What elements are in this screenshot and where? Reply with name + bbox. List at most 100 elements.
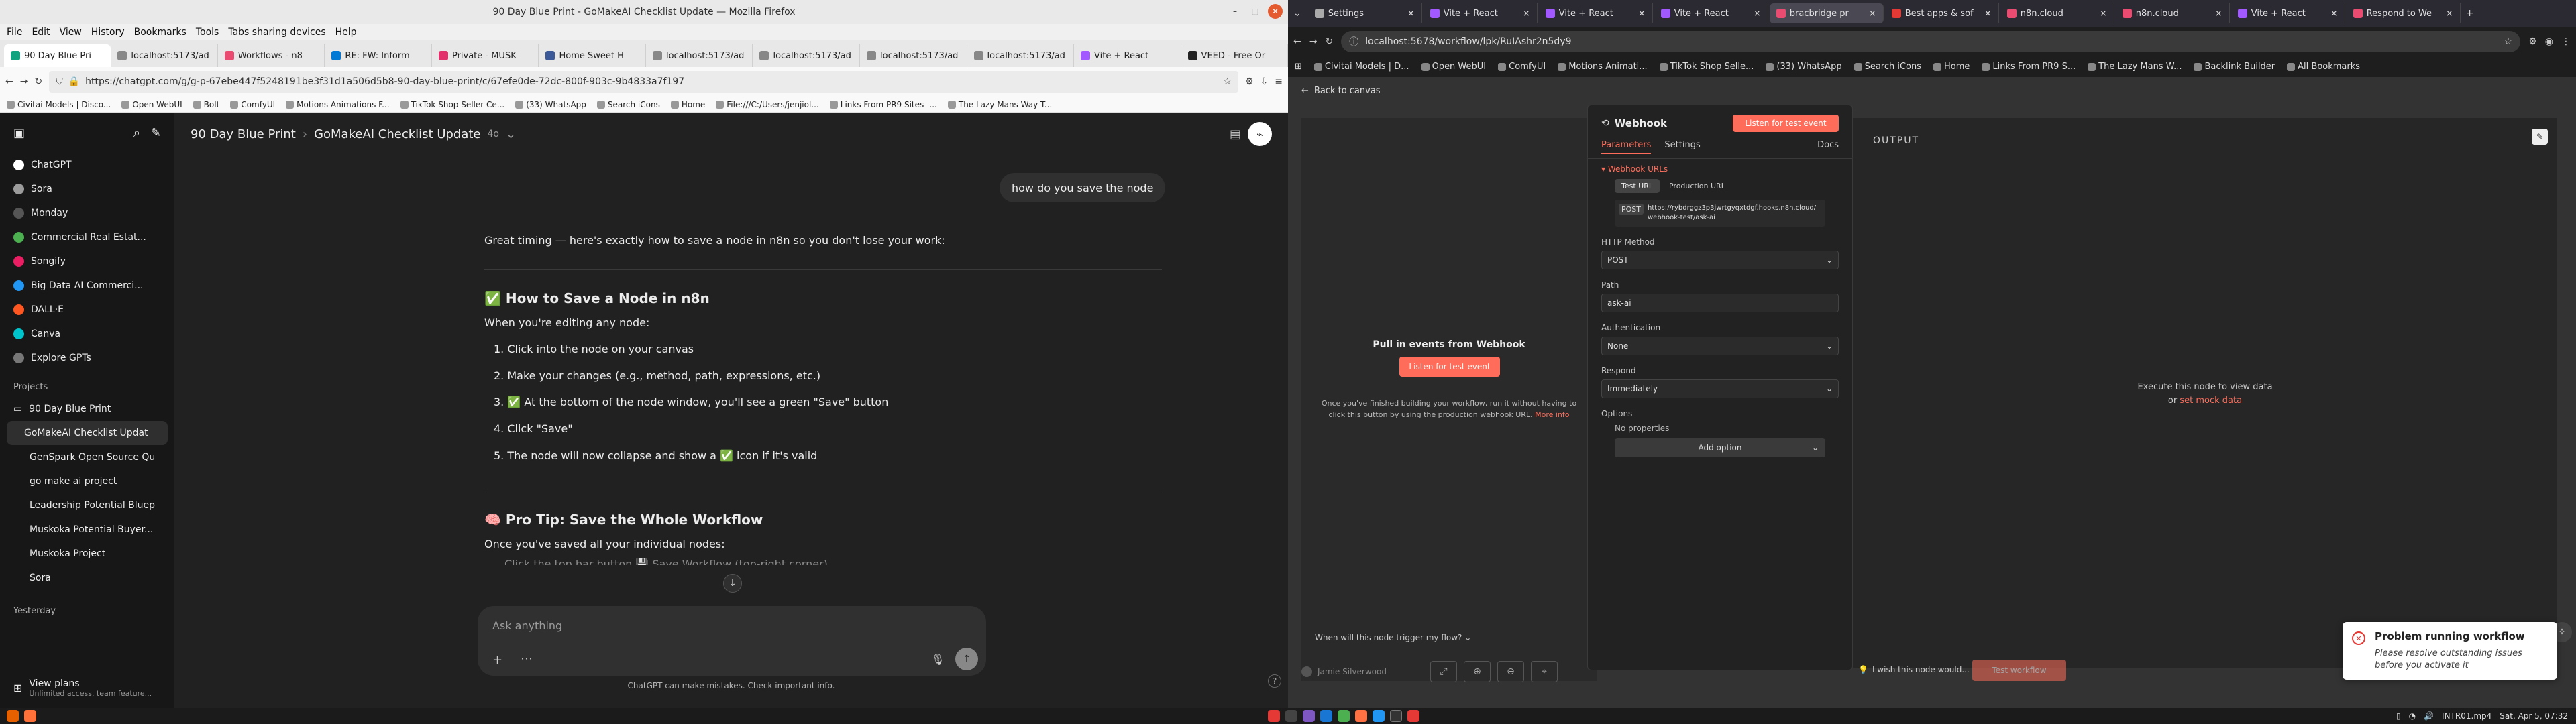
bookmark[interactable]: Civitai Models | Disco... — [7, 100, 111, 109]
url-bar[interactable]: ⓘ localhost:5678/workflow/lpk/RuIAshr2n5… — [1341, 31, 2521, 52]
back-to-canvas-button[interactable]: ← Back to canvas — [1301, 86, 1381, 96]
tab[interactable]: localhost:5173/ad — [860, 44, 967, 67]
tab-list-icon[interactable]: ⌄ — [1293, 8, 1301, 19]
tab[interactable]: Workflows - n8 — [218, 44, 325, 67]
tab[interactable]: bracbridge pr × — [1769, 3, 1884, 23]
close-icon[interactable]: ✕ — [1268, 4, 1283, 19]
http-method-select[interactable]: POST ⌄ — [1601, 251, 1839, 269]
auth-select[interactable]: None ⌄ — [1601, 337, 1839, 355]
menu-icon[interactable]: ⋮ — [2561, 36, 2571, 47]
extensions-icon[interactable]: ⚙ — [2528, 36, 2537, 47]
bookmark[interactable]: (33) WhatsApp — [1766, 62, 1842, 72]
firefox-icon[interactable] — [7, 710, 19, 722]
tab[interactable]: localhost:5173/ad — [753, 44, 860, 67]
display-icon[interactable]: ▯ — [2396, 711, 2401, 721]
volume-icon[interactable]: 🔊 — [2424, 711, 2434, 721]
tab[interactable]: localhost:5173/ad — [111, 44, 218, 67]
tab[interactable]: Vite + React × — [1539, 3, 1653, 23]
app-icon[interactable] — [1373, 710, 1385, 722]
close-icon[interactable]: × — [1984, 9, 1992, 19]
scroll-down-icon[interactable]: ↓ — [723, 574, 742, 593]
url-bar[interactable]: ⛉ 🔒 https://chatgpt.com/g/g-p-67ebe447f5… — [49, 71, 1238, 93]
webhook-urls-toggle[interactable]: ▾ Webhook URLs — [1588, 159, 1852, 176]
star-icon[interactable]: ☆ — [1223, 76, 1232, 87]
feedback-link[interactable]: 💡 I wish this node would... — [1858, 665, 1970, 674]
tab[interactable]: n8n.cloud × — [2000, 3, 2114, 23]
wifi-icon[interactable]: ◔ — [2409, 711, 2416, 721]
menu-item[interactable]: Tabs sharing devices — [228, 27, 325, 38]
webhook-url-box[interactable]: POST https://rybdrggz3p3jwrtgyqxtdgf.hoo… — [1615, 200, 1825, 227]
path-input[interactable]: ask-ai — [1601, 294, 1839, 312]
test-workflow-button[interactable]: Test workflow — [1972, 660, 2066, 681]
close-icon[interactable]: × — [1869, 9, 1876, 19]
app-icon[interactable] — [1407, 710, 1419, 722]
bookmark[interactable]: File:///C:/Users/jenjiol... — [716, 100, 819, 109]
breadcrumb-project[interactable]: 90 Day Blue Print — [191, 127, 296, 141]
close-icon[interactable]: × — [1638, 9, 1646, 19]
menu-item[interactable]: Bookmarks — [134, 27, 186, 38]
app-icon[interactable] — [1355, 710, 1367, 722]
bookmark[interactable]: (33) WhatsApp — [515, 100, 586, 109]
plus-icon[interactable]: + — [492, 653, 502, 667]
menu-item[interactable]: Help — [335, 27, 357, 38]
forward-icon[interactable]: → — [1309, 36, 1318, 47]
sidebar-gpt-item[interactable]: Sora — [0, 177, 174, 201]
bookmark[interactable]: Bolt — [193, 100, 219, 109]
bookmark[interactable]: TikTok Shop Seller Ce... — [400, 100, 504, 109]
menu-item[interactable]: Tools — [196, 27, 219, 38]
more-tools-icon[interactable]: ⋯ — [521, 652, 533, 666]
bookmark[interactable]: Motions Animations F... — [286, 100, 390, 109]
tab[interactable]: Respond to We × — [2347, 3, 2461, 23]
bookmark[interactable]: Open WebUI — [1421, 62, 1486, 72]
tab[interactable]: Vite + React × — [1424, 3, 1538, 23]
sidebar-gpt-item[interactable]: Explore GPTs — [0, 346, 174, 370]
close-icon[interactable]: × — [2100, 9, 2107, 19]
tab[interactable]: Private - MUSK — [432, 44, 539, 67]
edit-pencil-icon[interactable]: ✎ — [2532, 129, 2548, 145]
tab[interactable]: Vite + React × — [2231, 3, 2345, 23]
terminal-icon[interactable] — [1390, 710, 1402, 722]
forward-icon[interactable]: → — [20, 76, 28, 87]
app-icon[interactable] — [1285, 710, 1297, 722]
menu-item[interactable]: View — [60, 27, 82, 38]
minimize-icon[interactable]: – — [1228, 4, 1242, 19]
sidebar-project-item[interactable]: Leadership Potential Bluep — [0, 493, 174, 518]
avatar[interactable]: ⌁ — [1248, 122, 1272, 146]
menu-item[interactable]: History — [91, 27, 125, 38]
view-plans[interactable]: ⊞ View plans Unlimited access, team feat… — [0, 668, 174, 708]
node-listen-button[interactable]: Listen for test event — [1733, 115, 1839, 132]
share-icon[interactable]: ▤ — [1230, 127, 1241, 141]
sidebar-gpt-item[interactable]: Monday — [0, 201, 174, 225]
sidebar-gpt-item[interactable]: ChatGPT — [0, 153, 174, 177]
menu-item[interactable]: File — [7, 27, 22, 38]
zoom-out-icon[interactable]: ⊖ — [1497, 661, 1524, 682]
close-icon[interactable]: × — [1754, 9, 1761, 19]
bookmark[interactable]: Open WebUI — [121, 100, 182, 109]
chevron-down-icon[interactable]: ⌄ — [506, 127, 516, 141]
tab-settings[interactable]: Settings — [1664, 140, 1700, 154]
search-icon[interactable]: ⌕ — [133, 126, 140, 140]
tab[interactable]: VEED - Free Or — [1181, 44, 1289, 67]
tab[interactable]: Settings × — [1308, 3, 1422, 23]
bookmark[interactable]: Search iCons — [596, 100, 660, 109]
tab[interactable]: Vite + React — [1074, 44, 1181, 67]
listen-test-event-button[interactable]: Listen for test event — [1399, 357, 1500, 377]
sidebar-gpt-item[interactable]: Songify — [0, 249, 174, 274]
tab[interactable]: n8n.cloud × — [2116, 3, 2230, 23]
bookmark[interactable]: Backlink Builder — [2194, 62, 2275, 72]
bookmark[interactable]: ComfyUI — [1498, 62, 1546, 72]
bookmark[interactable]: Links From PR9 S... — [1982, 62, 2076, 72]
app-icon[interactable] — [1268, 710, 1280, 722]
profile-icon[interactable]: ◉ — [2545, 36, 2553, 47]
extensions-icon[interactable]: ⚙ — [1245, 76, 1254, 87]
bookmark[interactable]: Home — [1933, 62, 1970, 72]
reload-icon[interactable]: ↻ — [1325, 36, 1333, 47]
bookmark[interactable]: TikTok Shop Selle... — [1659, 62, 1754, 72]
bookmark[interactable]: All Bookmarks — [2287, 62, 2360, 72]
app-icon[interactable] — [1303, 710, 1315, 722]
clock[interactable]: Sat, Apr 5, 07:32 — [2500, 711, 2568, 721]
new-tab-icon[interactable]: + — [2466, 8, 2474, 19]
sidebar-project-item[interactable]: go make ai project — [0, 469, 174, 493]
downloads-icon[interactable]: ⇩ — [1260, 76, 1269, 87]
sidebar-project-item[interactable]: GoMakeAI Checklist Updat — [7, 421, 168, 445]
